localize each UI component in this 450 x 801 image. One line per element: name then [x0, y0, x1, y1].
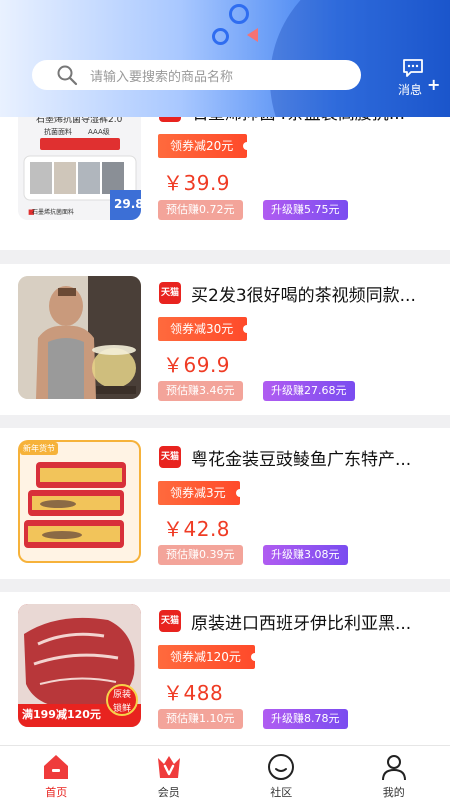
message-button[interactable]: 消息 +	[396, 58, 446, 98]
coupon-button[interactable]: 领券减30元	[158, 317, 247, 341]
profile-icon	[379, 752, 409, 782]
product-price: ￥42.8	[163, 513, 230, 542]
bottom-tab-bar: 首页 会员 社区 我的	[0, 745, 450, 801]
upgrade-earn-tag[interactable]: 升级赚27.68元	[263, 381, 355, 401]
upgrade-earn-tag[interactable]: 升级赚8.78元	[263, 709, 348, 729]
thumb-caption: AAA级	[88, 127, 110, 137]
thumb-brand: 石墨烯抗菌面料	[32, 207, 74, 216]
product-card[interactable]: 新年货节 天猫 粤花金装豆豉鲮鱼广东特产... 领券减3元 ￥42.8 预估赚0…	[0, 428, 450, 579]
search-bar[interactable]: 请输入要搜索的商品名称	[32, 60, 361, 90]
tab-home[interactable]: 首页	[0, 746, 113, 801]
tmall-badge: 天猫	[159, 446, 181, 468]
thumb-badge: 原装 锁鲜	[106, 684, 138, 716]
header: 请输入要搜索的商品名称 消息 +	[0, 0, 450, 117]
thumb-price: 29.8	[114, 197, 141, 211]
product-title: 原装进口西班牙伊比利亚黑...	[191, 609, 431, 634]
message-icon	[402, 58, 424, 82]
product-card[interactable]: ■ 石墨烯抗菌导湿裤2.0 抗菌面料 AAA级 石墨烯抗菌面料 29.8 天猫 …	[0, 100, 450, 250]
plus-icon: +	[427, 75, 440, 94]
tab-label: 我的	[338, 784, 450, 800]
bubble-decoration	[212, 28, 229, 45]
coupon-button[interactable]: 领券减3元	[158, 481, 240, 505]
tab-community[interactable]: 社区	[225, 746, 338, 801]
estimate-earn-tag: 预估赚0.39元	[158, 545, 243, 565]
upgrade-earn-tag[interactable]: 升级赚3.08元	[263, 545, 348, 565]
upgrade-earn-tag[interactable]: 升级赚5.75元	[263, 200, 348, 220]
tmall-badge: 天猫	[159, 282, 181, 304]
product-card[interactable]: 满199减120元 原装 锁鲜 天猫 原装进口西班牙伊比利亚黑... 领券减12…	[0, 592, 450, 745]
estimate-earn-tag: 预估赚0.72元	[158, 200, 243, 220]
coupon-button[interactable]: 领券减120元	[158, 645, 255, 669]
product-card[interactable]: 天猫 买2发3很好喝的茶视频同款... 领券减30元 ￥69.9 预估赚3.46…	[0, 264, 450, 415]
community-icon	[266, 752, 296, 782]
thumb-banner: 满199减120元	[22, 706, 101, 722]
product-thumbnail: 满199减120元 原装 锁鲜	[18, 604, 141, 727]
tab-label: 会员	[113, 784, 226, 800]
product-price: ￥39.9	[163, 167, 230, 196]
coupon-button[interactable]: 领券减20元	[158, 134, 247, 158]
tab-vip[interactable]: 会员	[113, 746, 226, 801]
estimate-earn-tag: 预估赚3.46元	[158, 381, 243, 401]
thumb-badge-line: 原装	[108, 688, 136, 702]
search-icon	[54, 62, 80, 88]
search-placeholder: 请输入要搜索的商品名称	[90, 66, 233, 85]
product-price: ￥488	[163, 677, 223, 706]
estimate-earn-tag: 预估赚1.10元	[158, 709, 243, 729]
bubble-decoration	[229, 4, 249, 24]
thumb-tag: 新年货节	[20, 442, 58, 455]
tab-profile[interactable]: 我的	[338, 746, 450, 801]
product-price: ￥69.9	[163, 349, 230, 378]
thumb-caption: 抗菌面料	[44, 127, 72, 137]
home-icon	[41, 752, 71, 782]
message-label: 消息	[398, 81, 422, 98]
vip-icon	[154, 752, 184, 782]
tab-label: 首页	[0, 784, 113, 800]
tab-label: 社区	[225, 784, 338, 800]
tmall-badge: 天猫	[159, 610, 181, 632]
triangle-decoration	[247, 28, 258, 42]
thumb-badge-line: 锁鲜	[108, 702, 136, 716]
product-title: 粤花金装豆豉鲮鱼广东特产...	[191, 445, 431, 470]
product-thumbnail	[18, 276, 141, 399]
product-title: 买2发3很好喝的茶视频同款...	[191, 281, 431, 306]
product-thumbnail: 新年货节	[18, 440, 141, 563]
